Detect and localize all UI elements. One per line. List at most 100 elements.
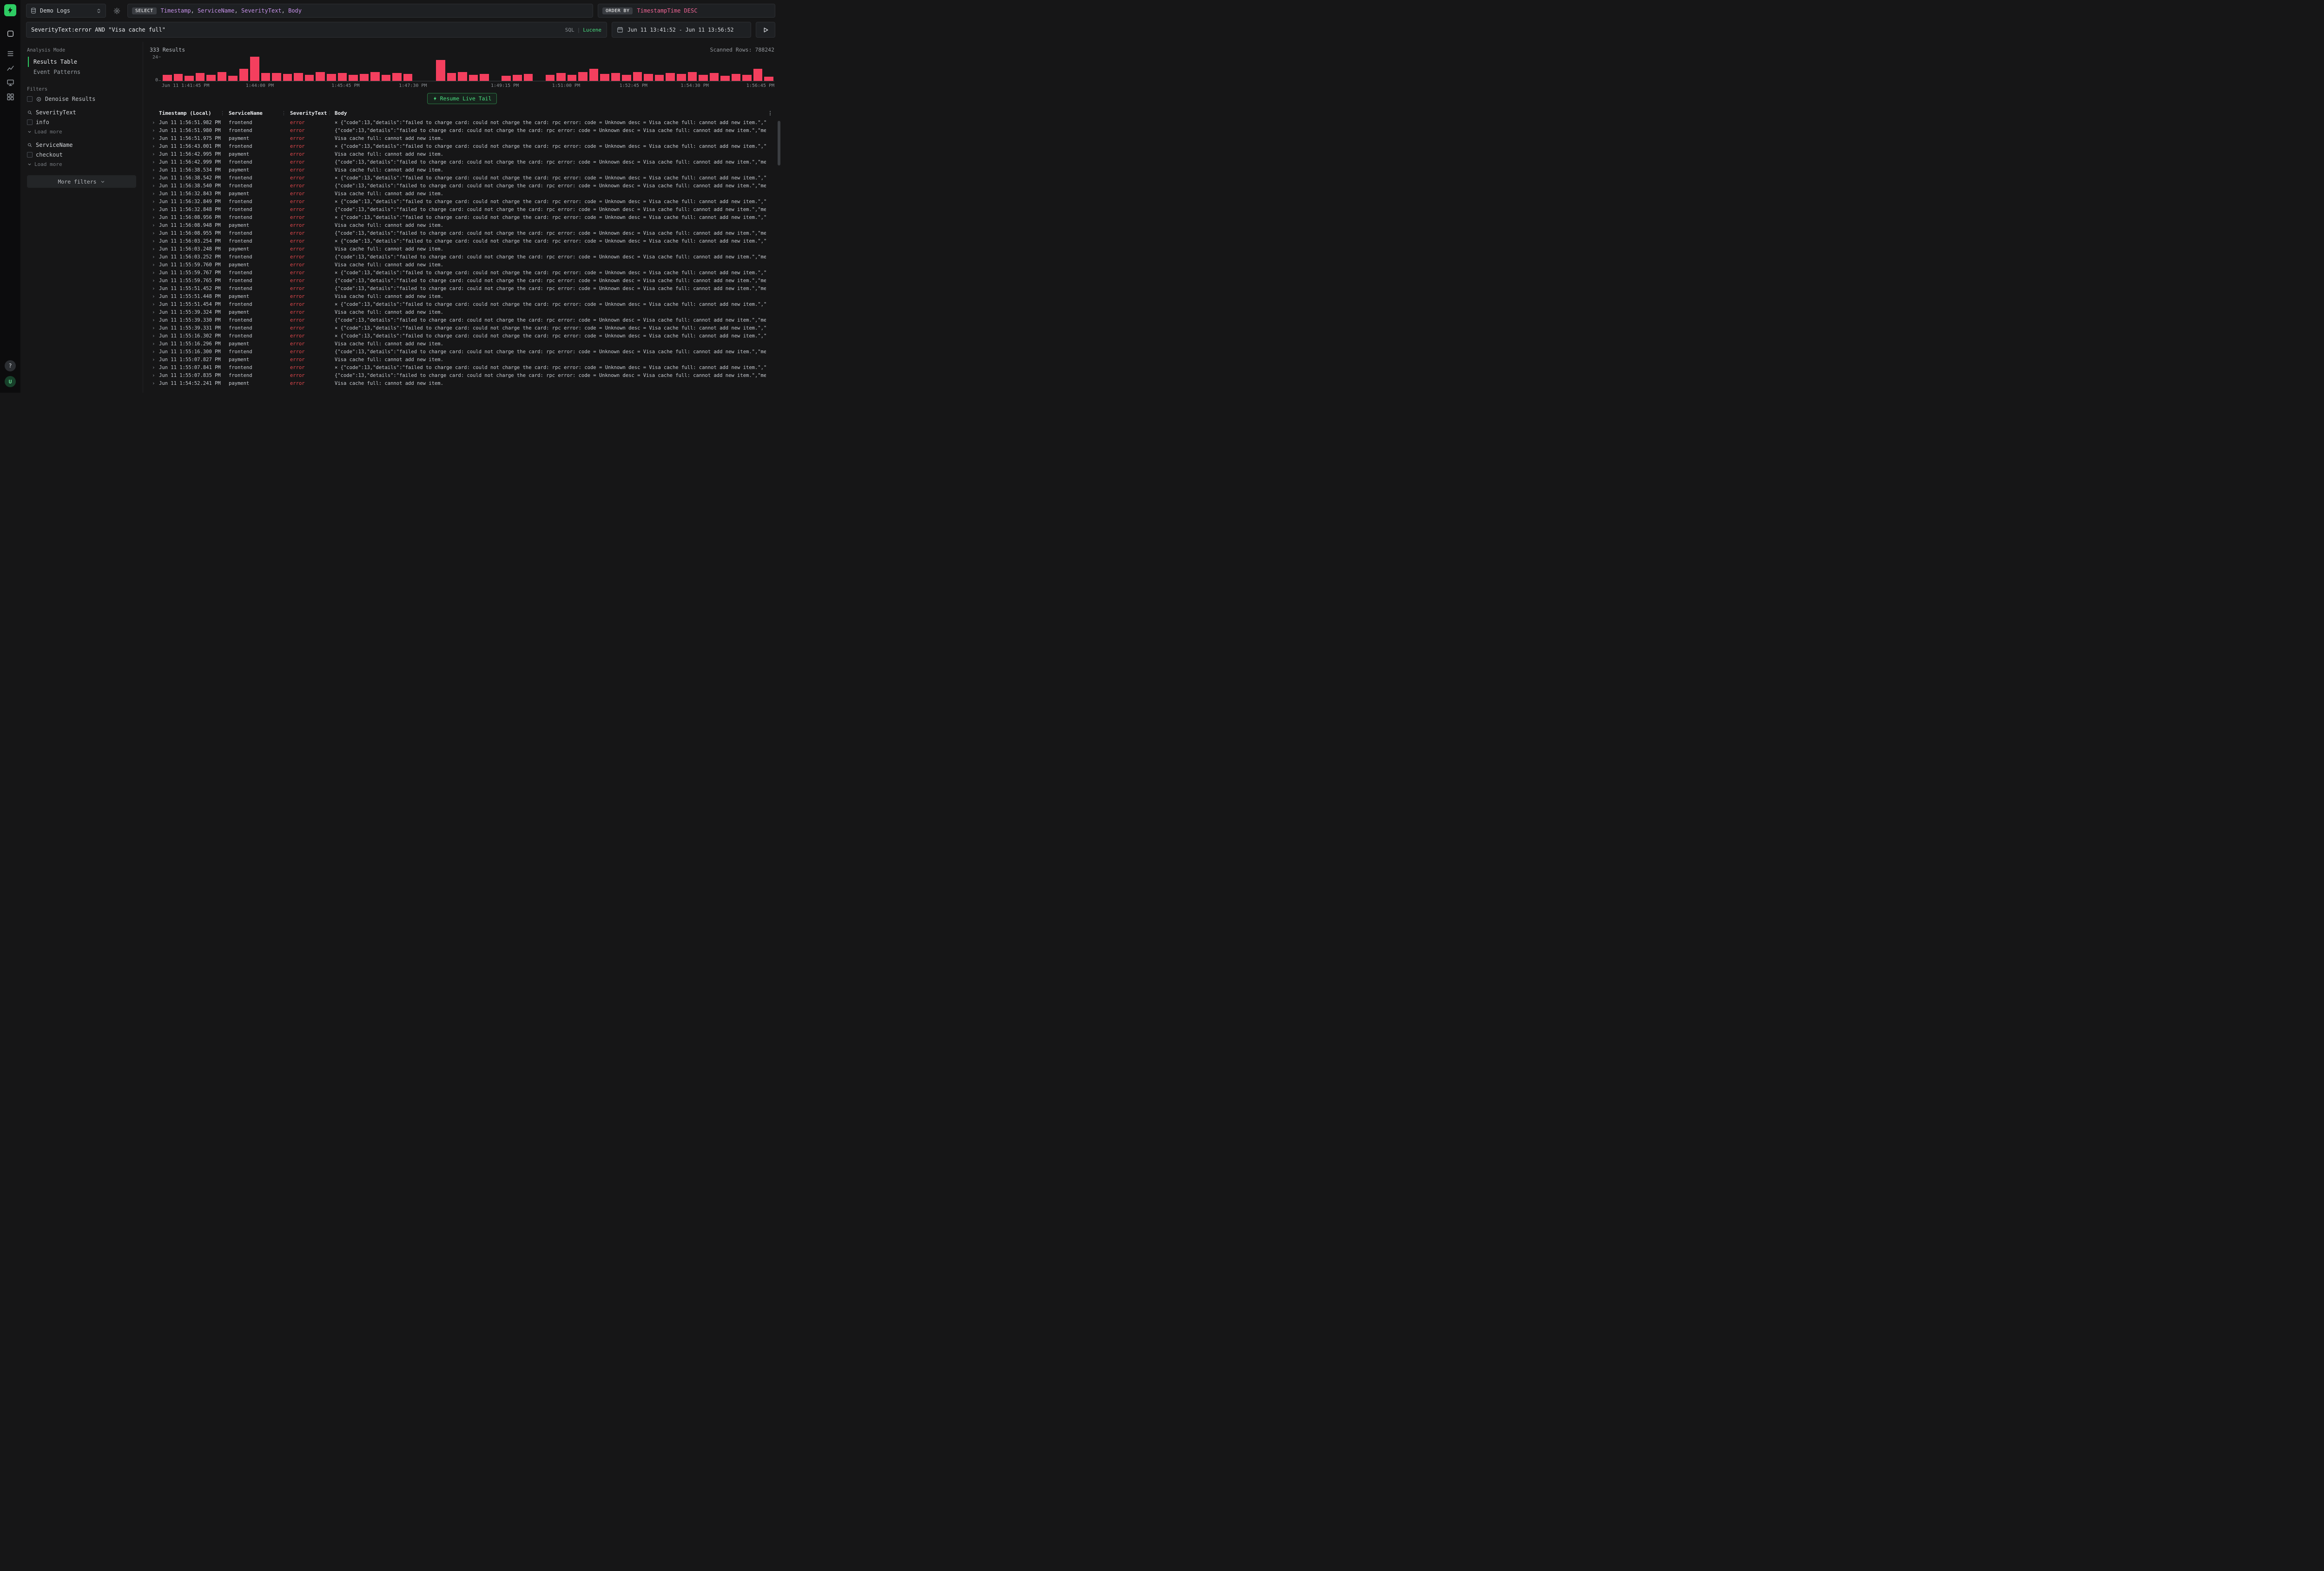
lucene-mode-option[interactable]: Lucene [583,27,601,33]
row-expand-chevron[interactable]: › [150,309,159,315]
column-resize-handle[interactable]: ⋮ [281,110,286,116]
histogram-bar[interactable] [589,69,599,81]
histogram-bar[interactable] [753,69,763,81]
source-settings-button[interactable] [111,4,123,18]
histogram-bar[interactable] [338,73,347,81]
source-selector[interactable]: Demo Logs [26,4,106,18]
table-row[interactable]: ›Jun 11 1:55:59.760 PMpaymenterrorVisa c… [150,261,774,269]
column-resize-handle[interactable]: ⋮ [327,110,332,116]
table-row[interactable]: ›Jun 11 1:56:51.982 PMfrontenderror× {"c… [150,119,774,126]
histogram-bar[interactable] [185,76,194,81]
histogram-bar[interactable] [360,74,369,81]
table-row[interactable]: ›Jun 11 1:56:43.001 PMfrontenderror× {"c… [150,142,774,150]
mode-event-patterns[interactable]: Event Patterns [28,67,136,77]
more-filters-button[interactable]: More filters [27,175,136,188]
table-row[interactable]: ›Jun 11 1:56:08.948 PMpaymenterrorVisa c… [150,221,774,229]
row-expand-chevron[interactable]: › [150,262,159,268]
row-expand-chevron[interactable]: › [150,175,159,181]
histogram-bar[interactable] [732,74,741,81]
histogram-bar[interactable] [764,77,773,81]
logs-nav-button[interactable] [6,49,14,58]
checkout-checkbox[interactable] [27,152,33,158]
table-scrollbar[interactable] [778,121,780,391]
row-expand-chevron[interactable]: › [150,364,159,370]
histogram-bar[interactable] [163,75,172,81]
histogram-bar[interactable] [436,60,445,81]
row-expand-chevron[interactable]: › [150,356,159,363]
servicename-load-more[interactable]: Load more [27,161,136,167]
time-range-picker[interactable]: Jun 11 13:41:52 - Jun 11 13:56:52 [612,22,751,38]
histogram-bar[interactable] [556,73,566,81]
severitytext-load-more[interactable]: Load more [27,129,136,135]
sql-mode-option[interactable]: SQL [565,27,574,33]
user-avatar[interactable]: U [5,376,16,387]
row-expand-chevron[interactable]: › [150,222,159,228]
histogram-bar[interactable] [513,75,522,81]
histogram-bar[interactable] [196,73,205,81]
table-row[interactable]: ›Jun 11 1:56:32.843 PMpaymenterrorVisa c… [150,190,774,198]
row-expand-chevron[interactable]: › [150,214,159,220]
scrollbar-thumb[interactable] [778,121,780,165]
histogram-bar[interactable] [546,75,555,81]
histogram-bar[interactable] [502,76,511,81]
histogram-bar[interactable] [218,72,227,81]
table-row[interactable]: ›Jun 11 1:56:51.975 PMpaymenterrorVisa c… [150,134,774,142]
histogram-bar[interactable] [316,72,325,81]
dashboards-nav-button[interactable] [6,92,14,101]
select-clause-input[interactable]: SELECT Timestamp, ServiceName, SeverityT… [127,4,593,18]
table-row[interactable]: ›Jun 11 1:56:03.252 PMfrontenderror{"cod… [150,253,774,261]
histogram-bar[interactable] [305,75,314,81]
histogram-bar[interactable] [206,75,216,81]
table-row[interactable]: ›Jun 11 1:55:16.296 PMpaymenterrorVisa c… [150,340,774,348]
row-expand-chevron[interactable]: › [150,135,159,141]
table-row[interactable]: ›Jun 11 1:56:38.542 PMfrontenderror× {"c… [150,174,774,182]
chart-explorer-nav-button[interactable] [6,64,14,72]
histogram-bar[interactable] [370,72,380,81]
row-expand-chevron[interactable]: › [150,372,159,378]
row-expand-chevron[interactable]: › [150,143,159,149]
histogram-bar[interactable] [710,73,719,81]
histogram-bar[interactable] [568,75,577,81]
histogram-bar[interactable] [742,75,752,81]
histogram-bar[interactable] [480,74,489,81]
row-expand-chevron[interactable]: › [150,380,159,386]
row-expand-chevron[interactable]: › [150,246,159,252]
table-row[interactable]: ›Jun 11 1:55:16.302 PMfrontenderror× {"c… [150,332,774,340]
histogram-bar[interactable] [261,73,271,81]
table-row[interactable]: ›Jun 11 1:56:32.848 PMfrontenderror{"cod… [150,205,774,213]
histogram-bar[interactable] [392,73,402,81]
row-expand-chevron[interactable]: › [150,191,159,197]
row-expand-chevron[interactable]: › [150,198,159,205]
histogram-bar[interactable] [666,73,675,81]
table-row[interactable]: ›Jun 11 1:56:03.248 PMpaymenterrorVisa c… [150,245,774,253]
row-expand-chevron[interactable]: › [150,325,159,331]
search-input[interactable] [31,26,555,33]
table-row[interactable]: ›Jun 11 1:56:42.999 PMfrontenderror{"cod… [150,158,774,166]
facet-option-checkout[interactable]: checkout [27,152,136,158]
histogram-bar[interactable] [174,74,183,81]
denoise-results-toggle[interactable]: Denoise Results [27,96,136,102]
row-expand-chevron[interactable]: › [150,341,159,347]
table-row[interactable]: ›Jun 11 1:55:59.767 PMfrontenderror× {"c… [150,269,774,277]
table-row[interactable]: ›Jun 11 1:55:39.324 PMpaymenterrorVisa c… [150,308,774,316]
app-logo[interactable] [4,4,16,16]
histogram-bar[interactable] [294,73,303,81]
histogram-bar[interactable] [524,74,533,81]
table-row[interactable]: ›Jun 11 1:55:07.835 PMfrontenderror{"cod… [150,371,774,379]
histogram-bar[interactable] [611,73,621,81]
info-checkbox[interactable] [27,119,33,125]
row-expand-chevron[interactable]: › [150,254,159,260]
histogram-bar[interactable] [622,75,631,81]
histogram-bar[interactable] [688,72,697,81]
resume-live-tail-button[interactable]: Resume Live Tail [427,93,497,104]
histogram-bar[interactable] [382,75,391,81]
histogram-bar[interactable] [349,75,358,81]
row-expand-chevron[interactable]: › [150,277,159,284]
row-expand-chevron[interactable]: › [150,183,159,189]
histogram-bar[interactable] [699,75,708,81]
histogram-bar[interactable] [239,69,249,81]
denoise-checkbox[interactable] [27,96,33,102]
histogram-bar[interactable] [644,74,653,81]
histogram-bar[interactable] [447,73,456,81]
row-expand-chevron[interactable]: › [150,349,159,355]
